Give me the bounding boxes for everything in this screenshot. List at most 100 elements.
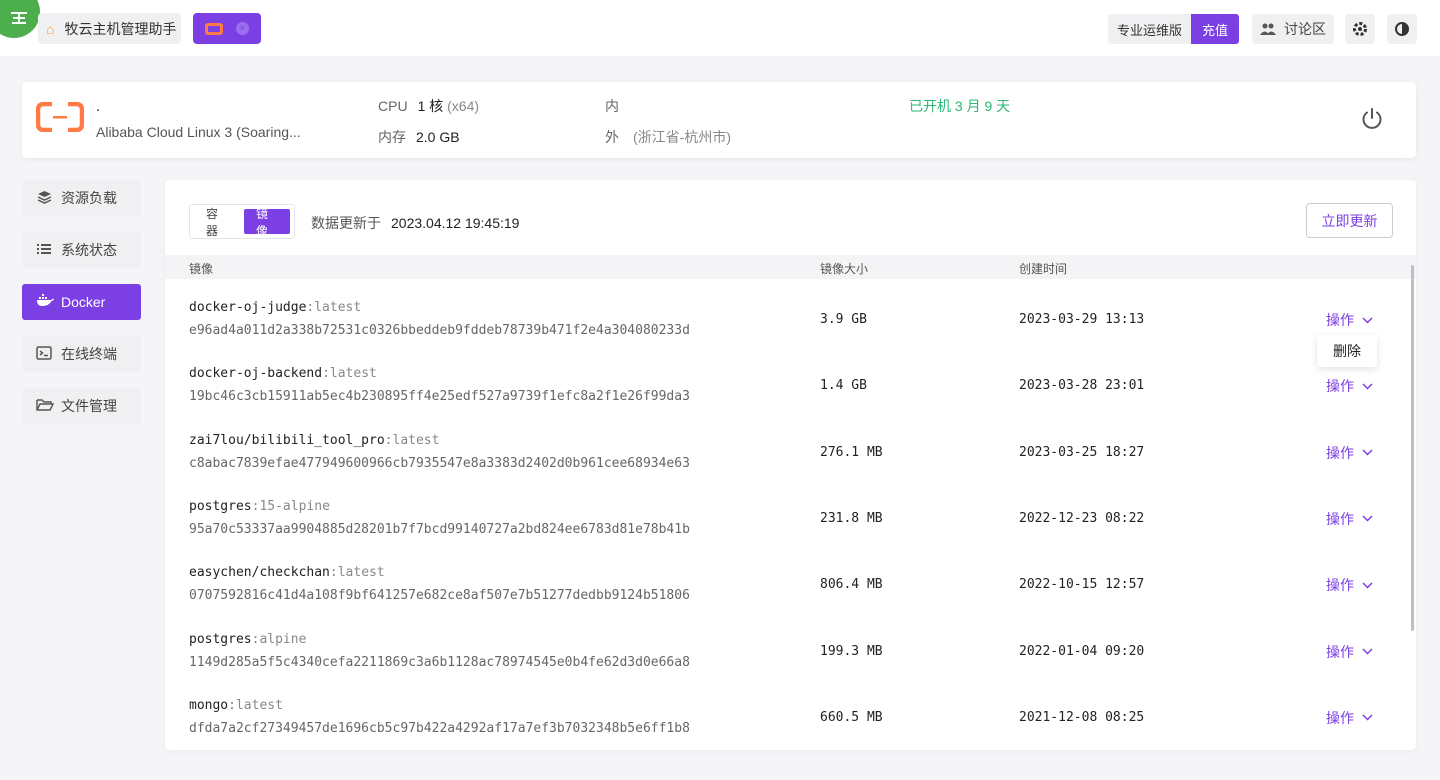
sidebar-item-docker[interactable]: Docker <box>22 284 141 320</box>
image-created: 2022-10-15 12:57 <box>1019 577 1145 593</box>
edition-badge[interactable]: 专业运维版 <box>1108 14 1191 44</box>
image-name: docker-oj-backend:latest <box>189 366 377 381</box>
image-tag-separator: : <box>384 432 393 448</box>
scrollbar[interactable] <box>1411 265 1414 631</box>
chevron-down-icon <box>1362 714 1373 721</box>
cpu-spec: CPU 1 核 (x64) <box>378 96 479 116</box>
server-name: . <box>96 98 101 115</box>
image-tag: latest <box>314 300 362 315</box>
image-size: 199.3 MB <box>820 643 883 659</box>
image-repo: docker-oj-backend <box>189 366 323 382</box>
close-icon[interactable]: × <box>235 22 249 35</box>
operations-dropdown[interactable]: 操作 <box>1326 575 1373 595</box>
aliyun-icon <box>205 22 224 35</box>
image-tag: alpine <box>259 631 307 647</box>
tab-containers[interactable]: 容器 <box>194 207 240 238</box>
folder-icon <box>36 398 55 415</box>
table-row: docker-oj-judge:latest e96ad4a011d2a338b7… <box>165 288 1405 354</box>
app-logo[interactable] <box>0 0 40 38</box>
refresh-now-button[interactable]: 立即更新 <box>1306 203 1393 238</box>
image-repo: easychen/checkchan <box>189 565 330 581</box>
image-name: docker-oj-judge:latest <box>189 300 361 315</box>
image-name: postgres:15-alpine <box>189 499 330 514</box>
cpu-label: CPU <box>378 98 408 114</box>
operations-label: 操作 <box>1326 577 1354 594</box>
image-name: zai7lou/bilibili_tool_pro:latest <box>189 433 439 448</box>
image-repo: mongo <box>189 697 229 713</box>
recharge-button[interactable]: 充值 <box>1191 14 1239 44</box>
table-row: postgres:15-alpine 95a70c53337aa9904885d2… <box>165 487 1405 553</box>
sidebar-item-label: 在线终端 <box>61 346 117 362</box>
cpu-arch: (x64) <box>447 98 480 114</box>
image-created: 2022-12-23 08:22 <box>1019 510 1145 526</box>
settings-button[interactable] <box>1345 14 1375 44</box>
contrast-icon <box>1395 22 1409 36</box>
image-created: 2023-03-25 18:27 <box>1019 444 1145 460</box>
tab-home-label: 牧云主机管理助手 <box>64 20 177 37</box>
inner-ip-label: 内 <box>605 98 619 114</box>
tab-host[interactable]: × <box>193 13 261 44</box>
top-bar: ⌂ 牧云主机管理助手 × 专业运维版 充值 讨论区 <box>0 0 1440 56</box>
image-name: postgres:alpine <box>189 632 306 647</box>
sidebar-item-files[interactable]: 文件管理 <box>22 388 141 424</box>
image-repo: zai7lou/bilibili_tool_pro <box>189 432 385 448</box>
layers-icon <box>36 190 52 207</box>
chevron-down-icon <box>1362 648 1373 655</box>
operations-label: 操作 <box>1326 510 1354 527</box>
view-switcher: 容器 镜像 <box>189 204 295 239</box>
table-row: docker-oj-backend:latest 19bc46c3cb15911a… <box>165 354 1405 420</box>
operations-dropdown[interactable]: 操作 <box>1326 642 1373 662</box>
operations-dropdown[interactable]: 操作 <box>1326 708 1373 728</box>
sidebar-item-terminal[interactable]: 在线终端 <box>22 336 141 372</box>
image-tag: latest <box>337 565 385 581</box>
chevron-down-icon <box>1362 383 1373 390</box>
sidebar-item-label: Docker <box>61 294 106 310</box>
cpu-value: 1 核 <box>417 98 444 114</box>
table-row: zai7lou/bilibili_tool_pro:latest c8abac78… <box>165 421 1405 487</box>
image-created: 2022-01-04 09:20 <box>1019 643 1145 659</box>
image-tag: 15-alpine <box>259 498 330 514</box>
image-size: 276.1 MB <box>820 444 883 460</box>
logo-icon <box>11 12 27 24</box>
operations-dropdown[interactable]: 操作 <box>1326 376 1373 396</box>
memory-spec: 内存 2.0 GB <box>378 127 460 147</box>
image-id: 19bc46c3cb15911ab5ec4b230895ff4e25edf527… <box>189 389 690 405</box>
sidebar-item-resource[interactable]: 资源负载 <box>22 180 141 216</box>
image-id: 95a70c53337aa9904885d28201b7f7bcd9914072… <box>189 521 690 537</box>
image-tag: latest <box>392 432 440 448</box>
table-row: easychen/checkchan:latest 0707592816c41d4… <box>165 553 1405 619</box>
sidebar-item-status[interactable]: 系统状态 <box>22 232 141 268</box>
operations-dropdown[interactable]: 操作 <box>1326 443 1373 463</box>
outer-ip-location: (浙江省-杭州市) <box>633 129 731 145</box>
theme-toggle-button[interactable] <box>1387 14 1417 44</box>
memory-value: 2.0 GB <box>416 129 460 145</box>
image-id: e96ad4a011d2a338b72531c0326bbeddeb9fddeb… <box>189 323 690 338</box>
tab-images[interactable]: 镜像 <box>244 207 290 238</box>
image-size: 806.4 MB <box>820 577 883 593</box>
uptime-text: 已开机 3 月 9 天 <box>909 98 1011 114</box>
power-icon[interactable] <box>1360 107 1384 131</box>
image-name: easychen/checkchan:latest <box>189 565 385 580</box>
image-tag-separator: : <box>228 697 236 713</box>
image-tag: latest <box>329 366 377 382</box>
list-icon <box>36 243 52 258</box>
operations-dropdown[interactable]: 操作 <box>1326 509 1373 529</box>
forum-button[interactable]: 讨论区 <box>1252 14 1334 44</box>
sidebar-item-label: 系统状态 <box>61 242 117 258</box>
image-id: 1149d285a5f5c4340cefa2211869c3a6b1128ac7… <box>189 654 690 670</box>
image-size: 231.8 MB <box>820 510 883 526</box>
image-size: 660.5 MB <box>820 709 883 725</box>
tab-home[interactable]: ⌂ 牧云主机管理助手 <box>38 13 181 44</box>
users-icon <box>1260 23 1276 35</box>
operations-label: 操作 <box>1326 378 1354 395</box>
outer-ip: 外 (浙江省-杭州市) <box>605 127 731 147</box>
image-tag-separator: : <box>322 366 330 382</box>
delete-menu-item[interactable]: 删除 <box>1317 335 1377 367</box>
image-created: 2023-03-29 13:13 <box>1019 312 1145 327</box>
operations-label: 操作 <box>1326 444 1354 461</box>
image-created: 2021-12-08 08:25 <box>1019 709 1145 725</box>
sidebar-item-label: 文件管理 <box>61 398 117 414</box>
terminal-icon <box>36 345 52 363</box>
operations-dropdown[interactable]: 操作 <box>1326 310 1373 330</box>
docker-icon <box>36 294 54 310</box>
